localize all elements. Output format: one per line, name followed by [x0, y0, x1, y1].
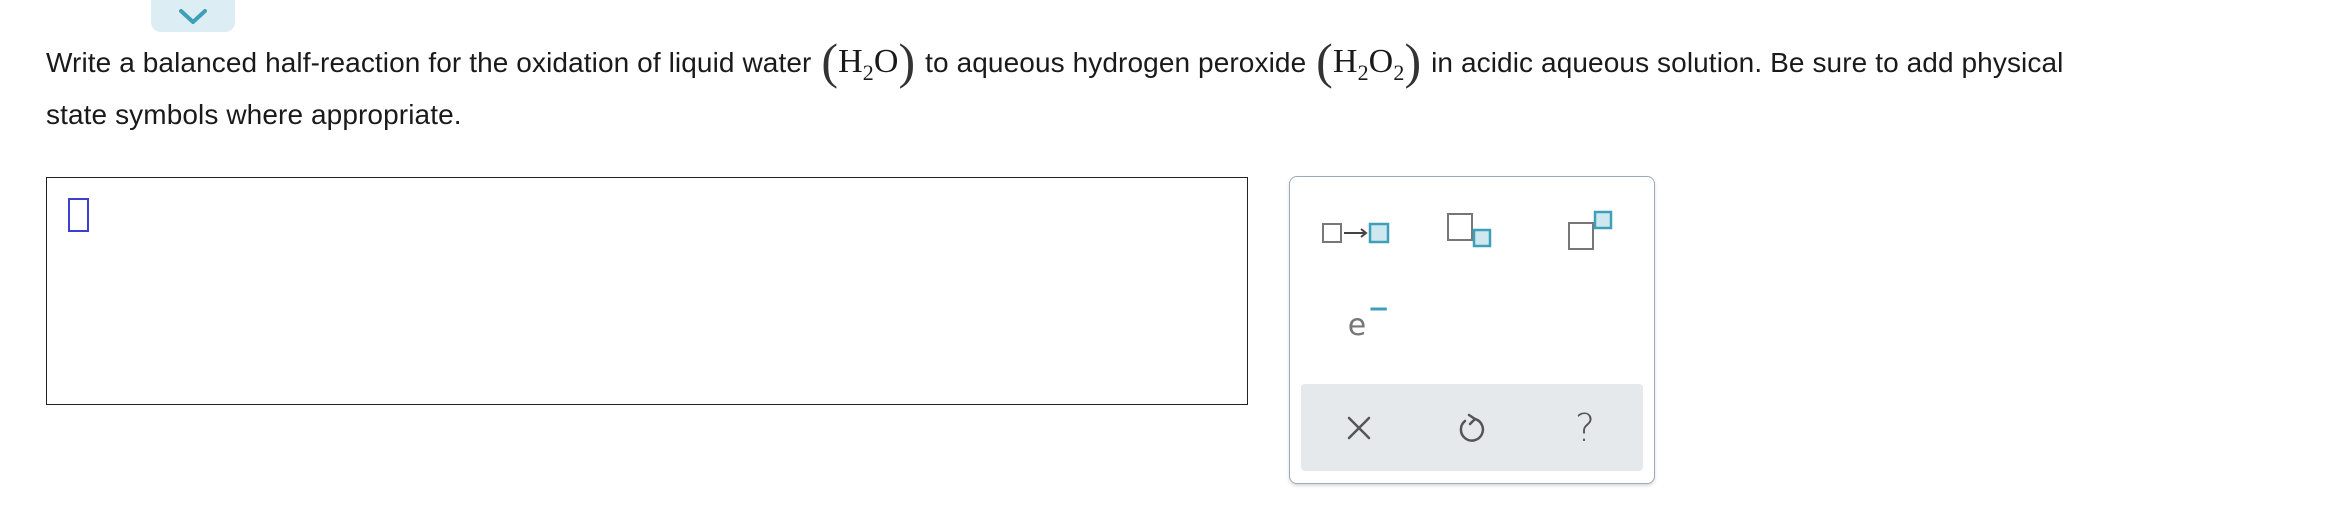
- chemistry-tool-palette: e − ?: [1289, 176, 1655, 484]
- electron-symbol: e: [1347, 307, 1367, 343]
- prompt-line-2: state symbols where appropriate.: [46, 99, 462, 130]
- prompt-text-part2: to aqueous hydrogen peroxide: [925, 47, 1307, 78]
- reaction-arrow-icon: [1322, 222, 1390, 244]
- collapse-toggle-button[interactable]: [151, 0, 235, 32]
- water-element-h: H: [838, 43, 863, 80]
- question-prompt: Write a balanced half-reaction for the o…: [46, 36, 2336, 141]
- prompt-line-1: Write a balanced half-reaction for the o…: [46, 36, 2336, 89]
- peroxide-element-o: O: [1368, 43, 1394, 80]
- electron-charge: −: [1367, 293, 1390, 324]
- undo-button[interactable]: [1422, 384, 1522, 471]
- subscript-button[interactable]: [1433, 203, 1509, 259]
- subscript-icon: [1447, 213, 1492, 248]
- clear-button[interactable]: [1309, 384, 1409, 471]
- superscript-button[interactable]: [1554, 203, 1630, 259]
- chevron-down-icon: [179, 9, 207, 24]
- peroxide-subscript-h: 2: [1357, 60, 1369, 85]
- help-icon: ?: [1574, 405, 1596, 450]
- water-subscript-h: 2: [862, 60, 874, 85]
- electron-button[interactable]: e −: [1322, 294, 1392, 355]
- input-cursor-placeholder[interactable]: [68, 198, 89, 232]
- water-element-o: O: [873, 43, 899, 80]
- close-icon: [1347, 416, 1371, 439]
- water-formula: (H2O): [821, 33, 916, 89]
- peroxide-formula: (H2O2): [1316, 33, 1422, 89]
- help-button[interactable]: ?: [1535, 384, 1635, 471]
- answer-input-area[interactable]: [46, 177, 1248, 405]
- superscript-icon: [1568, 210, 1613, 250]
- palette-action-bar: ?: [1301, 384, 1643, 471]
- electron-icon: e −: [1347, 294, 1390, 343]
- prompt-text-part3: in acidic aqueous solution. Be sure to a…: [1431, 47, 2064, 78]
- peroxide-subscript-o: 2: [1393, 60, 1405, 85]
- undo-icon: [1459, 413, 1485, 442]
- reaction-arrow-button[interactable]: [1312, 207, 1402, 259]
- prompt-text-part1: Write a balanced half-reaction for the o…: [46, 47, 812, 78]
- peroxide-element-h: H: [1332, 43, 1358, 80]
